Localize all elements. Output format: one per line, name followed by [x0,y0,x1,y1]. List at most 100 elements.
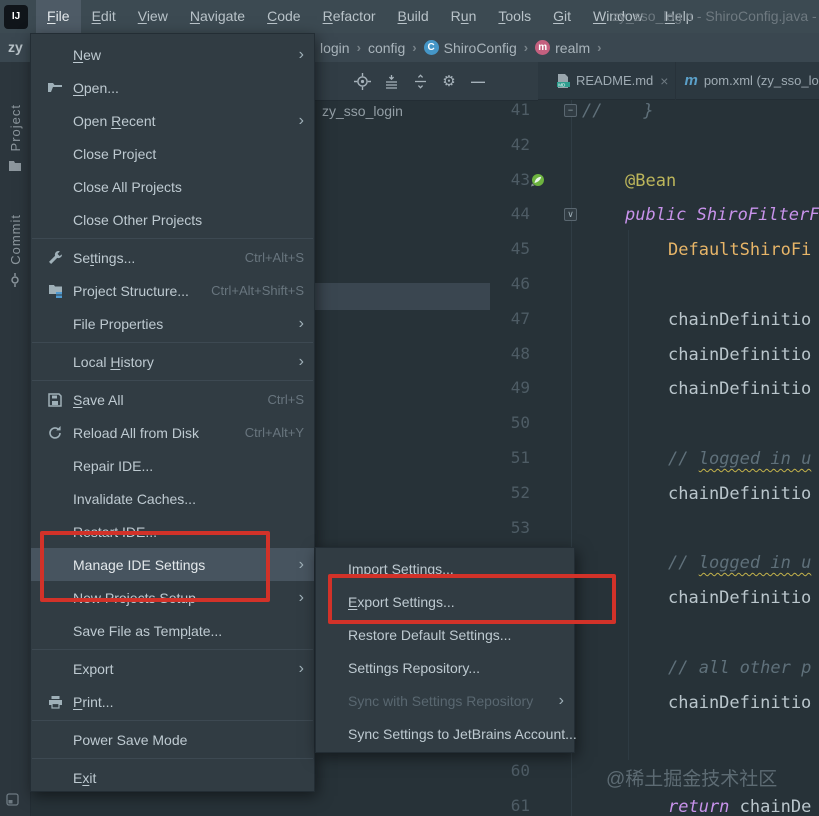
breadcrumb-item-login[interactable]: login [320,40,350,56]
menu-item-import-settings[interactable]: Import Settings... [316,552,574,585]
menubar-item-navigate[interactable]: Navigate [179,0,256,33]
activity-bar-item-project[interactable]: Project [0,104,30,177]
tab-label: README.md [576,73,654,88]
menu-item-export[interactable]: Export › [31,652,314,685]
menubar-item-tools[interactable]: Tools [487,0,542,33]
code-segment: chainDefinitio [668,588,812,608]
menu-item-new-projects-setup[interactable]: New Projects Setup › [31,581,314,614]
fold-open-icon[interactable]: ∨ [564,208,577,221]
menu-separator [32,649,313,650]
menu-item-restore-default-settings[interactable]: Restore Default Settings... [316,618,574,651]
code-line-60[interactable]: 60 [490,755,819,790]
spring-bean-icon[interactable] [530,173,545,188]
menu-item-open-recent[interactable]: Open Recent › [31,104,314,137]
tool-windows-icon[interactable] [6,793,19,811]
tree-selected-row[interactable] [315,283,490,310]
code-text: public ShiroFilterF [625,202,819,228]
menubar-item-build[interactable]: Build [387,0,440,33]
menu-item-label: Power Save Mode [73,731,188,748]
class-icon: C [423,40,439,55]
file-menu: New › Open... Open Recent › Close Project Clos… [30,33,315,792]
code-line-52[interactable]: 52 chainDefinitio [490,477,819,512]
code-line-51[interactable]: 51 // logged in u [490,442,819,477]
fold-closed-icon[interactable]: − [564,104,577,117]
menubar-item-git[interactable]: Git [542,0,582,33]
maven-icon: m [684,72,698,89]
line-number: 49 [510,378,530,397]
menu-item-label: Local History [73,353,154,370]
menu-item-exit[interactable]: Exit [31,761,314,794]
close-tab-icon[interactable]: × [660,73,668,89]
menubar-item-code[interactable]: Code [256,0,311,33]
code-text: chainDefinitio [668,481,811,507]
menu-item-print[interactable]: Print... [31,685,314,718]
menu-item-label: Restart IDE... [73,523,158,540]
menu-item-repair-ide[interactable]: Repair IDE... [31,449,314,482]
code-text: chainDefinitio [668,307,811,333]
menu-item-settings-repository[interactable]: Settings Repository... [316,651,574,684]
editor-tab-readme-md[interactable]: MD README.md × [548,61,677,100]
code-line-44[interactable]: 44 ∨ public ShiroFilterF [490,198,819,233]
expand-regions-icon[interactable] [411,72,429,90]
menu-item-open[interactable]: Open... [31,71,314,104]
activity-bar-item-commit[interactable]: Commit [0,214,30,292]
hide-panel-icon[interactable]: — [469,72,487,90]
code-segment: ShiroFilterF [696,205,819,225]
menu-item-power-save-mode[interactable]: Power Save Mode [31,723,314,756]
submenu-arrow-icon: › [298,352,304,370]
menubar-item-edit[interactable]: Edit [81,0,127,33]
breadcrumb-item-shiroconfig[interactable]: C ShiroConfig [423,40,517,56]
menu-item-sync-settings-to-jetbrains-account[interactable]: Sync Settings to JetBrains Account... [316,717,577,750]
menu-item-save-all[interactable]: Save All Ctrl+S [31,383,314,416]
code-line-43[interactable]: 43 @Bean [490,164,819,199]
code-line-41[interactable]: 41 −// } [490,100,819,129]
tree-root-node[interactable]: zy_sso_login [322,103,403,119]
menu-item-manage-ide-settings[interactable]: Manage IDE Settings › [31,548,314,581]
code-line-53[interactable]: 53 [490,512,819,547]
print-icon [45,695,65,709]
code-text: @Bean [625,168,676,194]
code-line-46[interactable]: 46 [490,268,819,303]
menu-item-close-other-projects[interactable]: Close Other Projects [31,203,314,236]
code-line-48[interactable]: 48 chainDefinitio [490,338,819,373]
md-file-icon: MD [556,73,570,88]
menu-item-restart-ide[interactable]: Restart IDE... [31,515,314,548]
activity-bar-label: Commit [7,214,23,265]
window-title: zy_sso_login - ShiroConfig.java - A [612,8,819,24]
menu-item-label: Sync with Settings Repository [348,692,534,709]
code-line-61[interactable]: 61 return chainDe [490,790,819,816]
menubar-item-refactor[interactable]: Refactor [312,0,387,33]
menu-item-invalidate-caches[interactable]: Invalidate Caches... [31,482,314,515]
menu-item-new[interactable]: New › [31,38,314,71]
gear-icon[interactable]: ⚙ [440,72,458,90]
code-line-47[interactable]: 47 chainDefinitio [490,303,819,338]
menu-item-export-settings[interactable]: Export Settings... [316,585,574,618]
menu-item-file-properties[interactable]: File Properties › [31,307,314,340]
menu-item-settings[interactable]: Settings... Ctrl+Alt+S [31,241,314,274]
collapse-all-icon[interactable] [382,72,400,90]
menubar-item-file[interactable]: File [36,0,81,33]
menu-item-project-structure[interactable]: Project Structure... Ctrl+Alt+Shift+S [31,274,314,307]
menu-item-save-file-as-template[interactable]: Save File as Template... [31,614,314,647]
menu-item-label: Close Other Projects [73,211,203,228]
breadcrumb-item-config[interactable]: config [368,40,405,56]
menu-item-close-all-projects[interactable]: Close All Projects [31,170,314,203]
menu-item-local-history[interactable]: Local History › [31,345,314,378]
menu-item-label: Open Recent [73,112,156,129]
code-line-42[interactable]: 42 [490,129,819,164]
open-folder-icon [45,81,65,94]
chevron-right-icon: › [412,40,417,55]
menubar-item-view[interactable]: View [127,0,179,33]
code-line-45[interactable]: 45 DefaultShiroFi [490,233,819,268]
menu-item-label: New [73,46,102,63]
line-number: 41 [510,100,530,119]
breadcrumb-item-realm[interactable]: m realm [535,40,590,56]
code-line-50[interactable]: 50 [490,407,819,442]
menubar-item-run[interactable]: Run [440,0,488,33]
editor-tab-pom-xml-zy-sso-login[interactable]: mpom.xml (zy_sso_login)× [676,62,819,100]
code-line-49[interactable]: 49 chainDefinitio [490,372,819,407]
menu-item-reload-all-from-disk[interactable]: Reload All from Disk Ctrl+Alt+Y [31,416,314,449]
line-number: 45 [510,239,530,258]
menu-item-close-project[interactable]: Close Project [31,137,314,170]
locate-icon[interactable] [353,72,371,90]
